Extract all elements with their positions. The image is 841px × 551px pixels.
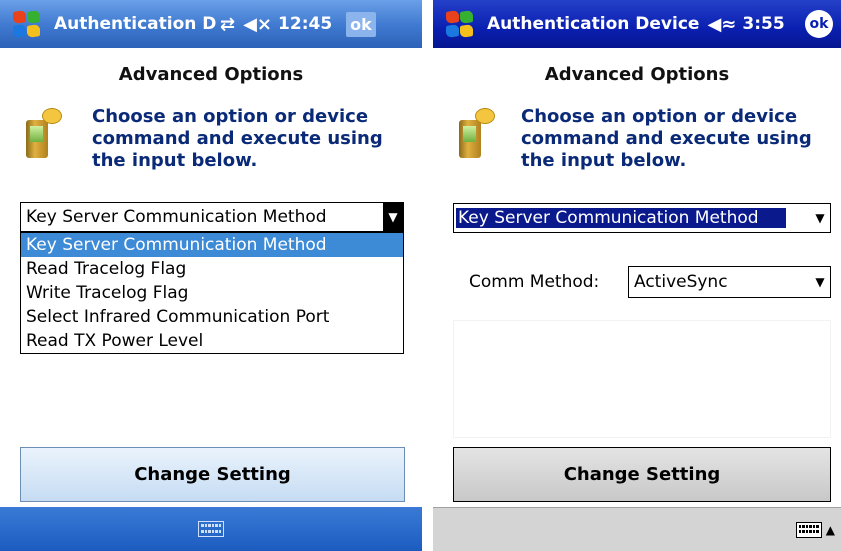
option-dropdown-value: Key Server Communication Method: [456, 208, 786, 228]
right-screen: Authentication Device ◀≈ 3:55 ok Advance…: [433, 0, 841, 551]
volume-icon[interactable]: ◀≈: [707, 14, 736, 35]
comm-method-value: ActiveSync: [634, 272, 728, 292]
page-title: Advanced Options: [118, 64, 304, 85]
comm-method-dropdown[interactable]: ActiveSync ▼: [628, 266, 831, 298]
clock[interactable]: 12:45: [278, 14, 332, 34]
ok-button[interactable]: ok: [805, 10, 833, 38]
volume-icon[interactable]: ◀×: [243, 14, 272, 35]
left-screen: Authentication De ⇄ ◀× 12:45 ok Advanced…: [0, 0, 422, 551]
instructions-text: Choose an option or device command and e…: [521, 106, 812, 171]
instructions-text: Choose an option or device command and e…: [92, 106, 383, 171]
dropdown-list: Key Server Communication Method Read Tra…: [20, 232, 404, 354]
chevron-down-icon[interactable]: ▼: [810, 204, 830, 232]
device-icon: [22, 108, 64, 162]
comm-method-label: Comm Method:: [469, 272, 600, 292]
chevron-down-icon[interactable]: ▼: [810, 267, 830, 297]
dropdown-item[interactable]: Key Server Communication Method: [21, 233, 403, 257]
page-title: Advanced Options: [544, 64, 730, 85]
window-title: Authentication Device: [487, 14, 700, 34]
windows-start-icon[interactable]: [10, 8, 44, 40]
content-panel: [453, 320, 831, 438]
title-bar: Authentication De ⇄ ◀× 12:45 ok: [0, 0, 422, 48]
option-dropdown-value: Key Server Communication Method: [26, 207, 327, 227]
divider: [422, 0, 433, 551]
window-title: Authentication De: [54, 14, 216, 34]
sync-icon[interactable]: ⇄: [220, 14, 235, 35]
sip-arrow-icon[interactable]: ▲: [826, 523, 835, 537]
dropdown-item[interactable]: Read Tracelog Flag: [21, 257, 403, 281]
title-bar: Authentication Device ◀≈ 3:55 ok: [433, 0, 841, 48]
windows-start-icon[interactable]: [443, 8, 477, 40]
clock[interactable]: 3:55: [742, 14, 784, 34]
option-dropdown[interactable]: Key Server Communication Method ▼: [20, 202, 404, 232]
option-dropdown[interactable]: Key Server Communication Method ▼: [453, 203, 831, 233]
dropdown-item[interactable]: Read TX Power Level: [21, 329, 403, 353]
change-setting-button[interactable]: Change Setting: [453, 447, 831, 502]
bottom-menu-bar: ▲: [433, 507, 841, 551]
device-icon: [455, 108, 497, 162]
bottom-menu-bar: [0, 507, 422, 551]
chevron-down-icon[interactable]: ▼: [383, 203, 403, 231]
dropdown-item[interactable]: Select Infrared Communication Port: [21, 305, 403, 329]
keyboard-icon[interactable]: [795, 521, 822, 538]
keyboard-icon[interactable]: [198, 521, 224, 537]
ok-button[interactable]: ok: [346, 11, 376, 37]
change-setting-button[interactable]: Change Setting: [20, 447, 405, 502]
dropdown-item[interactable]: Write Tracelog Flag: [21, 281, 403, 305]
